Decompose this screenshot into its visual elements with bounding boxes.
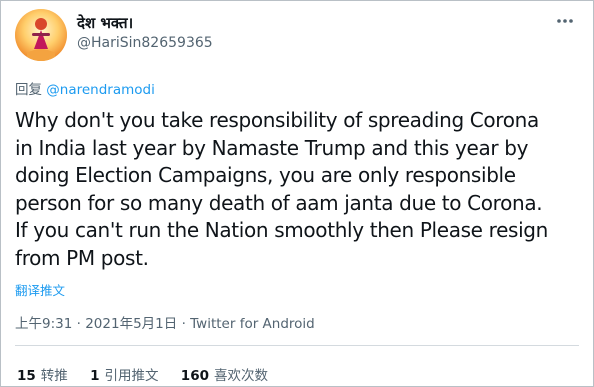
likes-stat[interactable]: 160 喜欢次数 [181, 368, 268, 384]
likes-label: 喜欢次数 [213, 368, 268, 384]
translate-tweet-link[interactable]: 翻译推文 [15, 280, 65, 299]
engagement-stats: 15 转推 1 引用推文 160 喜欢次数 [17, 364, 286, 384]
replying-to: 回复 @narendramodi [15, 78, 155, 98]
reply-mention-link[interactable]: @narendramodi [46, 82, 155, 98]
likes-count: 160 [180, 368, 209, 384]
avatar-image-icon [15, 9, 67, 61]
author-handle[interactable]: @HariSin82659365 [77, 35, 213, 51]
quotes-label: 引用推文 [104, 368, 159, 384]
quotes-stat[interactable]: 1 引用推文 [90, 368, 163, 384]
tweet-text: Why don't you take responsibility of spr… [15, 108, 548, 270]
author-display-name[interactable]: देश भक्त। [77, 13, 133, 33]
retweets-label: 转推 [40, 368, 68, 384]
tweet-time[interactable]: 上午9:31 [15, 316, 72, 332]
meta-separator: · [181, 316, 186, 332]
tweet-card: देश भक्त। @HariSin82659365 回复 @narendram… [0, 0, 594, 387]
retweets-stat[interactable]: 15 转推 [17, 368, 72, 384]
divider [15, 345, 579, 346]
tweet-client[interactable]: Twitter for Android [190, 316, 315, 332]
meta-separator: · [76, 316, 81, 332]
tweet-date[interactable]: 2021年5月1日 [85, 316, 177, 332]
quotes-count: 1 [90, 368, 100, 384]
tweet-metadata: 上午9:31 · 2021年5月1日 · Twitter for Android [15, 312, 315, 332]
retweets-count: 15 [17, 368, 36, 384]
avatar[interactable] [15, 9, 67, 61]
more-options-icon[interactable] [555, 11, 575, 31]
reply-prefix: 回复 [15, 82, 42, 98]
